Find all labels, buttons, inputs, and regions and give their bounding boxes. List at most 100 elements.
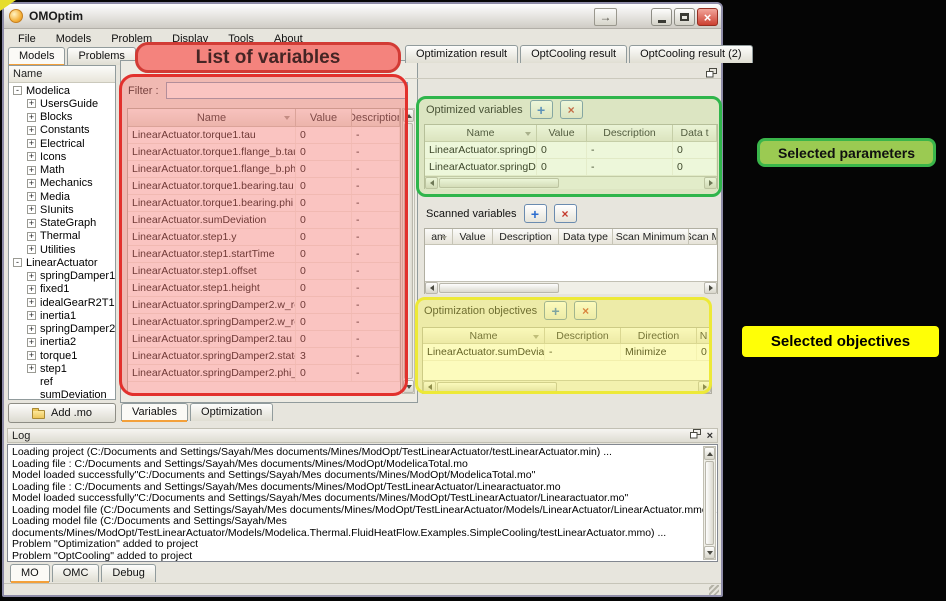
add-scanned-variable-button[interactable]: + [524,204,547,223]
forward-arrow-button[interactable]: → [594,8,617,26]
filter-input[interactable] [166,82,408,99]
column-header[interactable]: Scan M [689,229,717,244]
tree-toggle-icon[interactable]: + [27,139,36,148]
tree-item[interactable]: + Media [9,190,115,203]
column-header[interactable]: Data type [559,229,613,244]
float-panel-icon[interactable] [690,429,701,442]
tree-item[interactable]: + inertia1 [9,309,115,322]
maximize-button[interactable] [674,8,695,26]
column-header[interactable]: Description [352,109,400,126]
tree-item[interactable]: + inertia2 [9,336,115,349]
float-panel-icon[interactable] [706,65,717,83]
add-mo-button[interactable]: Add .mo [8,403,116,423]
tree-toggle-icon[interactable]: + [27,351,36,360]
variable-row[interactable]: LinearActuator.springDamper2.stateSelect… [128,348,400,365]
variable-row[interactable]: LinearActuator.step1.height 0 - [128,280,400,297]
tree-toggle-icon[interactable]: + [27,298,36,307]
log-vertical-scrollbar[interactable] [703,446,716,560]
tree-item[interactable]: + Electrical [9,137,115,150]
scrollbar-track[interactable] [558,381,698,393]
tree-toggle-icon[interactable]: + [27,325,36,334]
tree-toggle-icon[interactable]: + [27,152,36,161]
result-tab[interactable]: Optimization result [405,45,518,63]
scroll-up-button[interactable] [403,109,414,122]
menu-item[interactable]: Tools [218,31,264,47]
column-header[interactable]: Value [453,229,493,244]
scrollbar-thumb[interactable] [439,283,559,293]
column-header[interactable]: Name [423,328,545,343]
tree-item[interactable]: - Modelica [9,84,115,97]
tree-item[interactable]: + Blocks [9,111,115,124]
column-header[interactable]: Description [545,328,621,343]
variable-row[interactable]: LinearActuator.step1.y 0 - [128,229,400,246]
tree-toggle-icon[interactable]: + [27,311,36,320]
tree-toggle-icon[interactable]: + [27,245,36,254]
resize-grip-icon[interactable] [709,585,719,595]
tree-item[interactable]: ref [9,376,115,389]
tree-item[interactable]: + Icons [9,150,115,163]
left-tab[interactable]: Models [8,47,65,65]
variable-row[interactable]: LinearActuator.sumDeviation 0 - [128,212,400,229]
variable-row[interactable]: LinearActuator.springDamper2.w_rel 0 - [128,314,400,331]
bottom-tab[interactable]: OMC [52,564,100,582]
tree-toggle-icon[interactable] [27,378,36,387]
tree-item[interactable]: - LinearActuator [9,256,115,269]
column-header[interactable]: Description [587,125,673,141]
tree-item[interactable]: + Utilities [9,243,115,256]
result-tab[interactable]: OptCooling result (2) [629,45,753,63]
variable-row[interactable]: LinearActuator.springDamper2.tau 0 - [128,331,400,348]
tree-item[interactable]: + Constants [9,124,115,137]
variable-row[interactable]: LinearActuator.springDamper2.w_rel_start… [128,297,400,314]
tree-item[interactable]: + Mechanics [9,177,115,190]
scroll-left-button[interactable] [425,282,438,294]
scroll-right-button[interactable] [704,282,717,294]
column-header[interactable]: Data t [673,125,717,141]
center-tab[interactable]: Optimization [190,403,273,421]
column-header[interactable]: Name [425,125,537,141]
tree-toggle-icon[interactable]: + [27,272,36,281]
objective-row[interactable]: LinearActuator.sumDeviation - Minimize 0 [423,344,711,361]
center-tab[interactable]: Variables [121,403,188,421]
tree-toggle-icon[interactable]: + [27,99,36,108]
tree-toggle-icon[interactable]: - [13,86,22,95]
column-header[interactable]: Description [493,229,559,244]
close-panel-icon[interactable]: × [707,431,713,441]
scroll-down-button[interactable] [704,546,715,559]
column-header[interactable]: Value [296,109,352,126]
scroll-left-button[interactable] [423,381,436,393]
column-header[interactable]: N [697,328,711,343]
menu-item[interactable]: Models [46,31,101,47]
tree-item[interactable]: + SIunits [9,203,115,216]
tree-toggle-icon[interactable]: + [27,219,36,228]
variable-row[interactable]: LinearActuator.torque1.flange_b.phi 0 - [128,161,400,178]
column-header[interactable]: Direction [621,328,697,343]
tree-item[interactable]: + springDamper1 [9,270,115,283]
remove-scanned-variable-button[interactable]: × [554,204,577,223]
column-header[interactable]: Scan Minimum [613,229,689,244]
tree-toggle-icon[interactable]: + [27,192,36,201]
close-button[interactable]: × [697,8,718,26]
scrollbar-track[interactable] [560,177,704,189]
remove-optimized-variable-button[interactable]: × [560,100,583,119]
tree-item[interactable]: + UsersGuide [9,97,115,110]
scrollbar-track[interactable] [560,282,704,294]
tree-toggle-icon[interactable]: + [27,285,36,294]
tree-toggle-icon[interactable]: + [27,338,36,347]
variable-row[interactable]: LinearActuator.torque1.flange_b.tau 0 - [128,144,400,161]
variable-row[interactable]: LinearActuator.step1.offset 0 - [128,263,400,280]
tree-item[interactable]: + Math [9,164,115,177]
tree-item[interactable]: + fixed1 [9,283,115,296]
tree-toggle-icon[interactable] [27,391,36,399]
scrollbar-thumb[interactable] [437,382,557,392]
variables-vertical-scrollbar[interactable] [402,108,415,394]
tree-toggle-icon[interactable]: + [27,113,36,122]
menu-item[interactable]: Problem [101,31,162,47]
variable-row[interactable]: LinearActuator.springDamper2.phi_rel_sta… [128,365,400,382]
tree-toggle-icon[interactable]: + [27,364,36,373]
objectives-horizontal-scrollbar[interactable] [423,380,711,393]
tree-item[interactable]: + Thermal [9,230,115,243]
variable-row[interactable]: LinearActuator.step1.startTime 0 - [128,246,400,263]
tree-column-header[interactable]: Name [9,66,115,83]
scrollbar-thumb[interactable] [705,461,714,545]
menu-item[interactable]: Display [162,31,218,47]
